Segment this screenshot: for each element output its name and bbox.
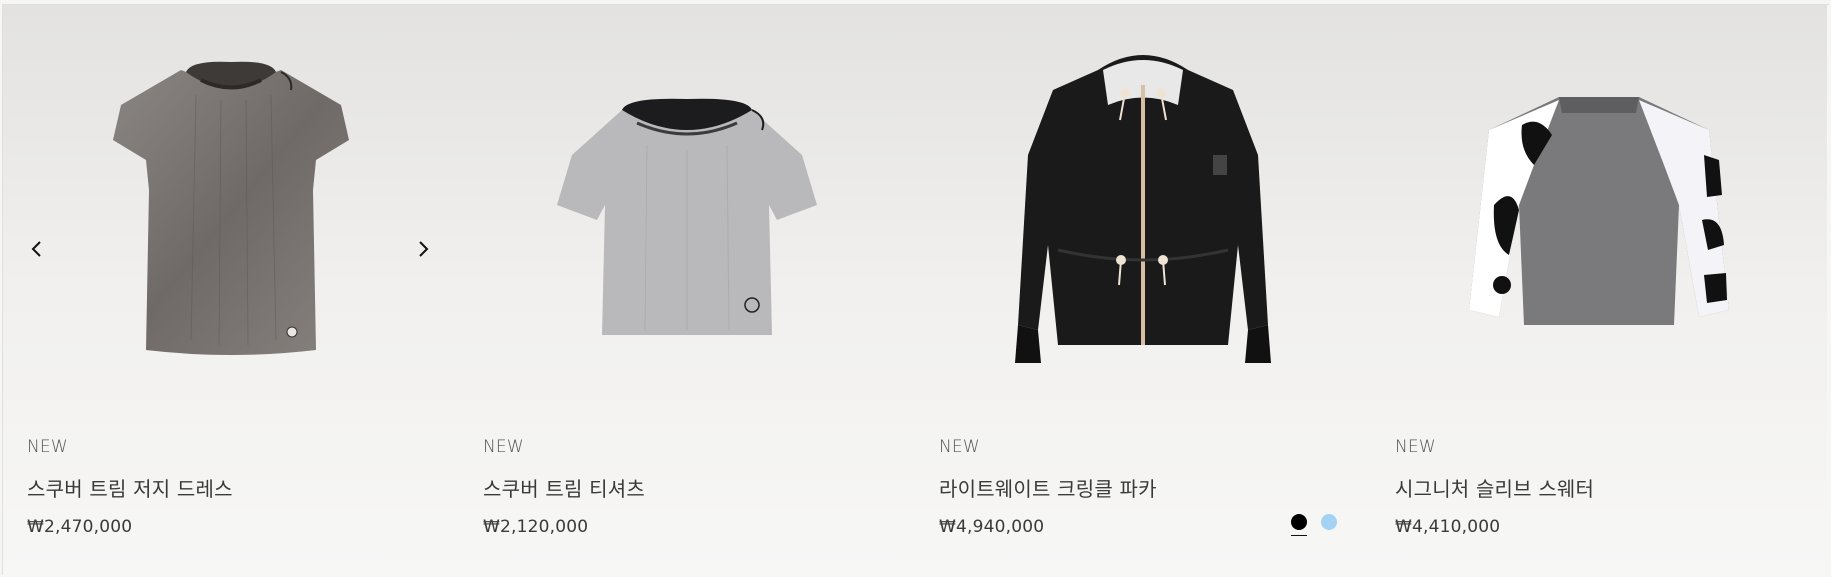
product-image-1[interactable] — [3, 5, 459, 425]
product-card-1[interactable]: NEW 스쿠버 트림 저지 드레스 ₩2,470,000 — [3, 5, 459, 576]
product-name[interactable]: 라이트웨이트 크링클 파카 — [939, 473, 1157, 502]
new-badge: NEW — [27, 437, 68, 457]
product-image-3[interactable] — [915, 5, 1371, 425]
new-badge: NEW — [1395, 437, 1436, 457]
tshirt-icon — [557, 98, 817, 335]
dress-icon — [113, 61, 349, 355]
product-card-2[interactable]: NEW 스쿠버 트림 티셔츠 ₩2,120,000 — [459, 5, 915, 576]
product-price: ₩2,120,000 — [483, 517, 589, 537]
product-name[interactable]: 스쿠버 트림 티셔츠 — [483, 473, 645, 502]
product-price: ₩2,470,000 — [27, 517, 133, 537]
new-badge: NEW — [483, 437, 524, 457]
swatch-light-blue[interactable] — [1320, 507, 1338, 537]
product-card-3[interactable]: NEW 라이트웨이트 크링클 파카 ₩4,940,000 — [915, 5, 1371, 576]
product-price: ₩4,410,000 — [1395, 517, 1501, 537]
chevron-left-icon — [31, 241, 41, 257]
color-swatches — [1290, 507, 1338, 537]
product-image-2[interactable] — [459, 5, 915, 425]
swatch-light-blue-dot — [1321, 514, 1337, 530]
parka-icon — [1015, 55, 1271, 363]
carousel-next-button[interactable] — [409, 233, 437, 265]
new-badge: NEW — [939, 437, 980, 457]
carousel-prev-button[interactable] — [23, 233, 51, 265]
product-card-4[interactable]: NEW 시그니처 슬리브 스웨터 ₩4,410,000 — [1371, 5, 1827, 576]
sweater-icon — [1469, 97, 1729, 325]
product-grid: NEW 스쿠버 트림 저지 드레스 ₩2,470,000 NEW 스쿠버 트림 … — [2, 4, 1829, 576]
product-price: ₩4,940,000 — [939, 517, 1045, 537]
swatch-selected-indicator — [1291, 535, 1307, 536]
product-image-4[interactable] — [1371, 5, 1827, 425]
swatch-black-dot — [1291, 514, 1307, 530]
product-name[interactable]: 시그니처 슬리브 스웨터 — [1395, 473, 1594, 502]
chevron-right-icon — [419, 241, 429, 257]
swatch-black[interactable] — [1290, 507, 1308, 537]
product-name[interactable]: 스쿠버 트림 저지 드레스 — [27, 473, 233, 502]
